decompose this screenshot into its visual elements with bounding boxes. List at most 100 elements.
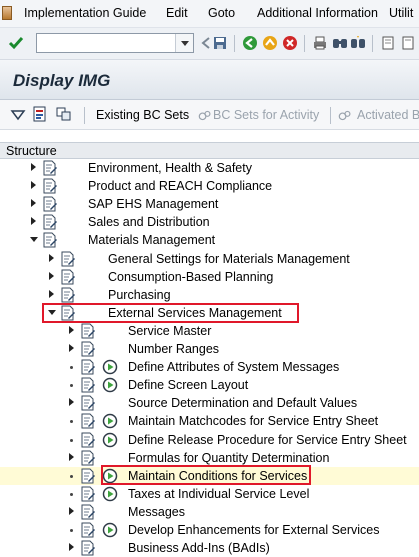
execute-clock-icon[interactable] — [102, 432, 118, 448]
cancel-icon[interactable] — [282, 35, 298, 51]
expand-arrow-icon[interactable] — [30, 181, 38, 191]
activated-bc-sets-button[interactable]: Activated B — [357, 108, 419, 122]
img-document-icon[interactable] — [60, 251, 76, 267]
img-document-icon[interactable] — [80, 323, 96, 339]
tree-node[interactable]: Define Release Procedure for Service Ent… — [0, 431, 419, 449]
tree-node-label[interactable]: Maintain Matchcodes for Service Entry Sh… — [128, 414, 378, 428]
menu-implementation-guide[interactable]: Implementation Guide — [24, 6, 146, 20]
expand-arrow-icon[interactable] — [68, 344, 76, 354]
tree-node[interactable]: Define Screen Layout — [0, 376, 419, 394]
tree-node-label[interactable]: General Settings for Materials Managemen… — [108, 252, 350, 266]
expand-arrow-icon[interactable] — [48, 271, 56, 282]
print-icon[interactable] — [312, 35, 328, 51]
tree-node[interactable]: Taxes at Individual Service Level — [0, 485, 419, 503]
tree-node[interactable]: Consumption-Based Planning — [0, 268, 419, 286]
collapse-arrow-icon[interactable] — [48, 308, 56, 318]
img-document-icon[interactable] — [42, 232, 58, 248]
expand-arrow-icon[interactable] — [30, 217, 38, 227]
sap-menu-icon[interactable] — [2, 6, 12, 20]
tree-node-label[interactable]: Number Ranges — [128, 342, 219, 356]
save-icon[interactable] — [212, 35, 228, 51]
expand-subtree-icon[interactable] — [10, 107, 26, 123]
expand-arrow-icon[interactable] — [68, 398, 76, 408]
previous-page-icon[interactable] — [400, 35, 416, 51]
tree-node-label[interactable]: Formulas for Quantity Determination — [128, 451, 329, 465]
tree-node[interactable]: Environment, Health & Safety — [0, 159, 419, 177]
tree-node-label[interactable]: Taxes at Individual Service Level — [128, 487, 309, 501]
expand-arrow-icon[interactable] — [68, 325, 76, 336]
enter-checkmark-icon[interactable] — [8, 35, 24, 51]
tree-node-label[interactable]: Sales and Distribution — [88, 215, 210, 229]
tree-node-label[interactable]: Product and REACH Compliance — [88, 179, 272, 193]
tree-node[interactable]: Business Add-Ins (BAdIs) — [0, 539, 419, 557]
tree-node-label[interactable]: Develop Enhancements for External Servic… — [128, 523, 380, 537]
tree-node[interactable]: Materials Management — [0, 231, 419, 249]
img-document-icon[interactable] — [42, 160, 58, 176]
expand-arrow-icon[interactable] — [30, 163, 38, 173]
first-page-icon[interactable] — [380, 35, 396, 51]
img-document-icon[interactable] — [80, 450, 96, 466]
tree-node[interactable]: Product and REACH Compliance — [0, 177, 419, 195]
img-document-icon[interactable] — [42, 178, 58, 194]
tree-node-label[interactable]: Consumption-Based Planning — [108, 270, 273, 284]
tree-node[interactable]: External Services Management — [0, 304, 419, 322]
tree-node-label[interactable]: Purchasing — [108, 288, 171, 302]
exit-icon[interactable] — [262, 35, 278, 51]
img-document-icon[interactable] — [80, 540, 96, 556]
bc-set-document-icon[interactable] — [32, 106, 48, 122]
tree-node[interactable]: Define Attributes of System Messages — [0, 358, 419, 376]
tree-node-label[interactable]: Messages — [128, 505, 185, 519]
img-document-icon[interactable] — [80, 504, 96, 520]
menu-utilities[interactable]: Utilit — [389, 6, 413, 20]
execute-clock-icon[interactable] — [102, 377, 118, 393]
bc-sets-for-activity-button[interactable]: BC Sets for Activity — [213, 108, 319, 122]
tree-node-label[interactable]: Materials Management — [88, 233, 215, 247]
command-dropdown-icon[interactable] — [175, 34, 193, 52]
tree-node[interactable]: Develop Enhancements for External Servic… — [0, 521, 419, 539]
tree-node[interactable]: Maintain Conditions for Services — [0, 466, 419, 485]
find-icon[interactable] — [332, 35, 348, 51]
execute-clock-icon[interactable] — [102, 468, 118, 484]
tree-node[interactable]: SAP EHS Management — [0, 195, 419, 213]
command-field[interactable] — [36, 33, 194, 53]
img-document-icon[interactable] — [80, 522, 96, 538]
collapse-arrow-icon[interactable] — [30, 235, 38, 245]
tree-node-label[interactable]: Business Add-Ins (BAdIs) — [128, 541, 270, 555]
img-document-icon[interactable] — [42, 214, 58, 230]
existing-bc-sets-button[interactable]: Existing BC Sets — [96, 108, 189, 122]
menu-goto[interactable]: Goto — [208, 6, 235, 20]
img-document-icon[interactable] — [80, 377, 96, 393]
img-document-icon[interactable] — [80, 359, 96, 375]
tree-node-label[interactable]: External Services Management — [108, 306, 282, 320]
expand-arrow-icon[interactable] — [30, 199, 38, 209]
tree-node-label[interactable]: Define Release Procedure for Service Ent… — [128, 433, 407, 447]
img-document-icon[interactable] — [60, 287, 76, 303]
tree-node[interactable]: General Settings for Materials Managemen… — [0, 250, 419, 268]
expand-arrow-icon[interactable] — [68, 452, 76, 463]
expand-arrow-icon[interactable] — [68, 543, 76, 553]
tree-node-label[interactable]: Environment, Health & Safety — [88, 161, 252, 175]
execute-clock-icon[interactable] — [102, 413, 118, 429]
tree-node[interactable]: Service Master — [0, 322, 419, 340]
tree-node[interactable]: Sales and Distribution — [0, 213, 419, 231]
where-used-icon[interactable] — [56, 106, 72, 122]
execute-clock-icon[interactable] — [102, 359, 118, 375]
find-next-icon[interactable] — [350, 35, 366, 51]
menu-additional-information[interactable]: Additional Information — [257, 6, 378, 20]
expand-arrow-icon[interactable] — [68, 506, 76, 517]
expand-arrow-icon[interactable] — [48, 253, 56, 264]
tree-node[interactable]: Formulas for Quantity Determination — [0, 449, 419, 467]
tree-node[interactable]: Purchasing — [0, 286, 419, 304]
tree-node[interactable]: Number Ranges — [0, 340, 419, 358]
back-icon[interactable] — [242, 35, 258, 51]
execute-clock-icon[interactable] — [102, 522, 118, 538]
menu-edit[interactable]: Edit — [166, 6, 188, 20]
tree-node-label[interactable]: Source Determination and Default Values — [128, 396, 357, 410]
execute-clock-icon[interactable] — [102, 486, 118, 502]
img-document-icon[interactable] — [60, 269, 76, 285]
tree-node[interactable]: Maintain Matchcodes for Service Entry Sh… — [0, 412, 419, 430]
img-document-icon[interactable] — [80, 486, 96, 502]
tree-node-label[interactable]: Define Attributes of System Messages — [128, 360, 339, 374]
tree-node-label[interactable]: Service Master — [128, 324, 211, 338]
tree-node[interactable]: Messages — [0, 503, 419, 521]
